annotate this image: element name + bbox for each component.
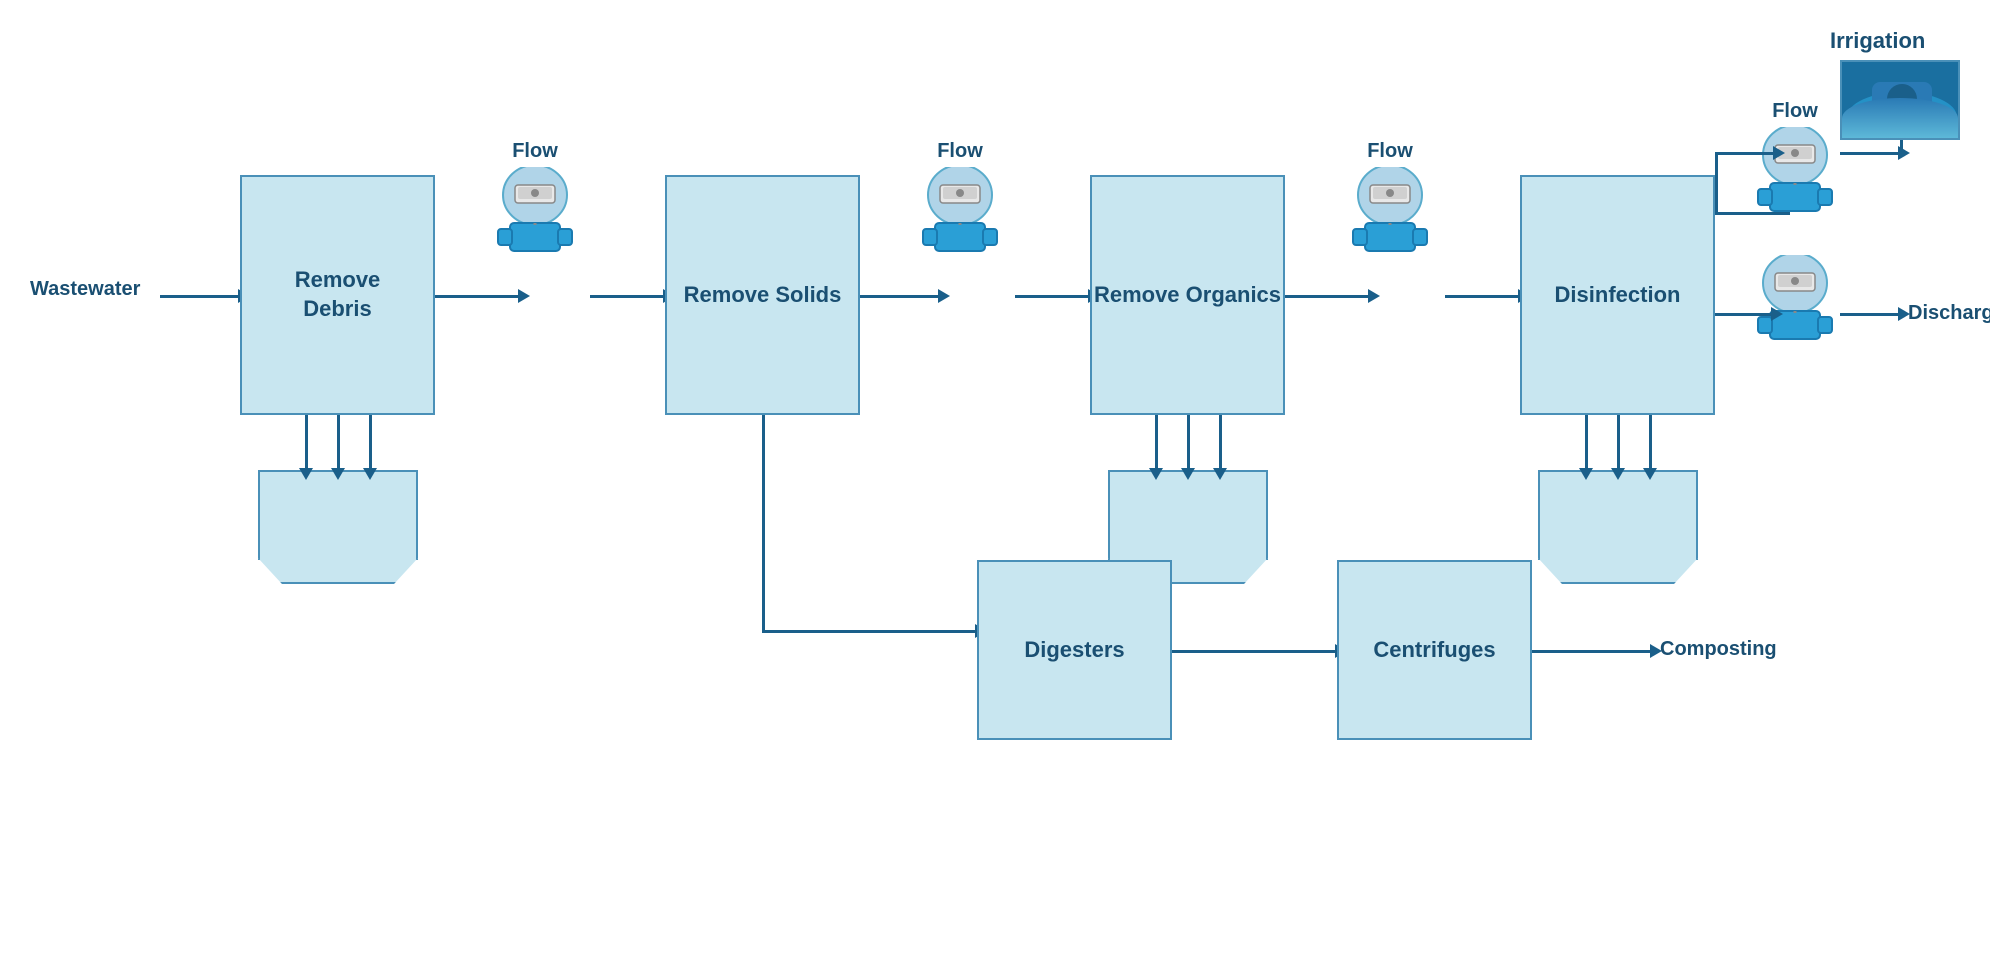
arrow-debris-bin-1 xyxy=(305,415,308,470)
arrow-organics-bin-2 xyxy=(1187,415,1190,470)
arrow-discharge-flow-label xyxy=(1840,313,1900,316)
arrow-solids-down xyxy=(762,415,765,630)
arrow-solids-flow2 xyxy=(860,295,940,298)
diagram: Wastewater Remove Debris Flow xyxy=(0,0,1990,965)
disinfection-waste-bin xyxy=(1538,470,1698,560)
irrigation-label: Irrigation xyxy=(1830,28,1925,54)
organics-waste-bin xyxy=(1108,470,1268,560)
flow-meter-irrigation-icon xyxy=(1750,127,1840,222)
arrow-organics-bin-3 xyxy=(1219,415,1222,470)
discharge-label: Discharge xyxy=(1908,302,1990,325)
arrow-debris-bin-3 xyxy=(369,415,372,470)
arrow-to-digesters xyxy=(762,630,977,633)
flow-meter-1: Flow xyxy=(490,140,580,262)
arrow-disinfection-top-h xyxy=(1715,212,1790,215)
wastewater-label: Wastewater xyxy=(30,278,140,301)
disinfection-box: Disinfection xyxy=(1520,175,1715,415)
arrow-flow2-organics xyxy=(1015,295,1090,298)
flow-meter-3: Flow xyxy=(1345,140,1435,262)
arrow-organics-bin-1 xyxy=(1155,415,1158,470)
remove-debris-box: Remove Debris xyxy=(240,175,435,415)
arrow-disinfection-bin-2 xyxy=(1617,415,1620,470)
arrow-to-irrigation-flow xyxy=(1715,152,1775,155)
arrow-organics-flow3 xyxy=(1285,295,1370,298)
arrow-debris-bin-2 xyxy=(337,415,340,470)
digesters-box: Digesters xyxy=(977,560,1172,740)
flow-meter-discharge xyxy=(1750,255,1840,350)
remove-organics-box: Remove Organics xyxy=(1090,175,1285,415)
arrow-disinfection-bin-1 xyxy=(1585,415,1588,470)
flow-meter-3-icon xyxy=(1345,167,1435,262)
composting-label: Composting xyxy=(1660,638,1777,661)
arrow-debris-flow1 xyxy=(435,295,520,298)
flow-meter-irrigation: Flow xyxy=(1750,100,1840,222)
arrow-disinfection-top-v xyxy=(1715,152,1718,212)
arrow-flow1-solids xyxy=(590,295,665,298)
centrifuges-box: Centrifuges xyxy=(1337,560,1532,740)
arrow-flow-irrigation xyxy=(1840,152,1900,155)
flow-meter-2: Flow xyxy=(915,140,1005,262)
flow-meter-1-icon xyxy=(490,167,580,262)
arrow-digesters-centrifuges xyxy=(1172,650,1337,653)
arrow-wastewater-debris xyxy=(160,295,240,298)
arrow-centrifuges-composting xyxy=(1532,650,1652,653)
flow-meter-2-icon xyxy=(915,167,1005,262)
arrow-v-irrigation xyxy=(1900,140,1903,152)
arrow-flow3-disinfection xyxy=(1445,295,1520,298)
flow-meter-discharge-icon xyxy=(1750,255,1840,350)
debris-waste-bin xyxy=(258,470,418,560)
remove-solids-box: Remove Solids xyxy=(665,175,860,415)
arrow-disinfection-bin-3 xyxy=(1649,415,1652,470)
irrigation-image xyxy=(1840,60,1960,140)
arrow-disinfection-discharge-flow xyxy=(1715,313,1773,316)
